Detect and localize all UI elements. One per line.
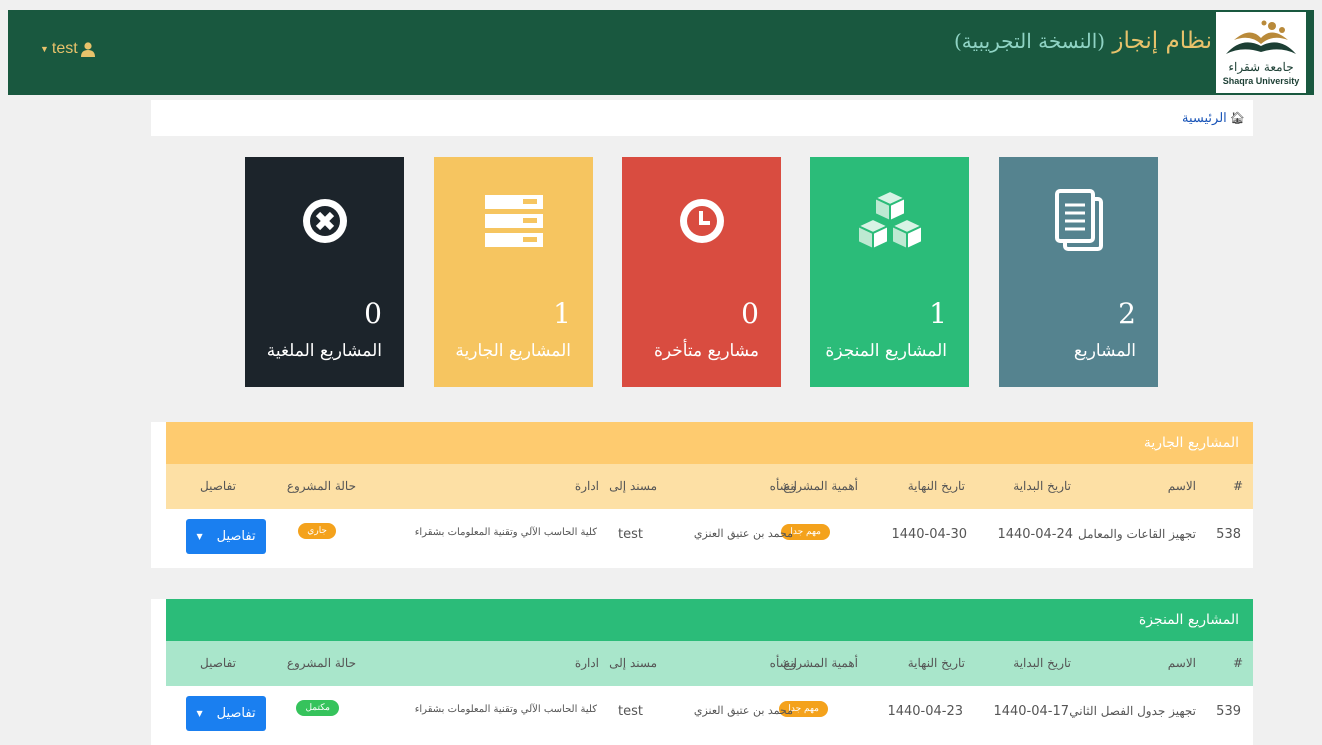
status-badge: جاري <box>298 523 336 539</box>
details-dropdown-button[interactable]: ▼ تفاصيل <box>186 696 266 731</box>
details-button-label: تفاصيل <box>216 706 256 721</box>
col-id: # <box>1232 656 1243 670</box>
stat-count: 1 <box>929 297 947 330</box>
col-id: # <box>1232 479 1243 493</box>
cell-assigned: test <box>618 704 643 719</box>
panel-title: المشاريع الجارية <box>166 422 1253 464</box>
running-projects-panel: المشاريع الجارية # الاسم تاريخ البداية ت… <box>151 422 1253 568</box>
user-menu[interactable]: ▼ test <box>40 40 95 58</box>
col-assigned: مسند إلى <box>609 479 657 493</box>
stat-label: المشاريع الجارية <box>455 341 571 361</box>
document-icon <box>1054 189 1103 251</box>
stat-label: المشاريع <box>1073 341 1136 361</box>
col-creator: انشأه <box>769 479 797 493</box>
stat-count: 0 <box>364 297 382 330</box>
stat-count: 1 <box>553 297 571 330</box>
stat-count: 2 <box>1118 297 1136 330</box>
cell-name: تجهيز جدول الفصل الثاني <box>1069 704 1196 718</box>
panel-title: المشاريع المنجزة <box>166 599 1253 641</box>
col-dept: ادارة <box>574 479 599 493</box>
cell-name: تجهيز القاعات والمعامل <box>1077 527 1196 541</box>
cell-start: 1440-04-24 <box>997 527 1073 542</box>
cell-end: 1440-04-23 <box>887 704 963 719</box>
caret-down-icon: ▼ <box>196 709 203 718</box>
user-icon <box>80 41 95 57</box>
stat-label: المشاريع المنجزة <box>825 341 947 361</box>
logo-text-ar: جامعة شقراء <box>1228 60 1294 74</box>
col-assigned: مسند إلى <box>609 656 657 670</box>
col-status: حالة المشروع <box>286 479 356 493</box>
col-name: الاسم <box>1167 479 1196 493</box>
details-button-label: تفاصيل <box>216 529 256 544</box>
table-header: # الاسم تاريخ البداية تاريخ النهاية أهمي… <box>166 641 1253 686</box>
cell-start: 1440-04-17 <box>993 704 1069 719</box>
home-icon: 🏠︎ <box>1229 111 1245 125</box>
cell-creator: محمد بن عتيق العنزي <box>693 704 793 717</box>
table-header: # الاسم تاريخ البداية تاريخ النهاية أهمي… <box>166 464 1253 509</box>
app-title-sub: (النسخة التجريبية) <box>953 29 1106 53</box>
col-details: تفاصيل <box>200 479 236 493</box>
col-start: تاريخ البداية <box>1013 479 1071 493</box>
stat-card-running-projects[interactable]: 1 المشاريع الجارية <box>434 157 593 387</box>
server-icon <box>484 195 543 247</box>
status-badge: مكتمل <box>296 700 339 716</box>
col-name: الاسم <box>1167 656 1196 670</box>
col-details: تفاصيل <box>200 656 236 670</box>
caret-down-icon: ▼ <box>196 532 203 541</box>
stat-card-late-projects[interactable]: 0 مشاريع متأخرة <box>622 157 781 387</box>
cell-dept: كلية الحاسب الآلي وتقنية المعلومات بشقرا… <box>414 527 597 538</box>
logo-text-en: Shaqra University <box>1222 76 1300 86</box>
cell-dept: كلية الحاسب الآلي وتقنية المعلومات بشقرا… <box>414 704 597 715</box>
completed-projects-panel: المشاريع المنجزة # الاسم تاريخ البداية ت… <box>151 599 1253 745</box>
clock-icon <box>679 199 724 243</box>
top-navbar: ▼ test نظام إنجاز (النسخة التجريبية) جام… <box>8 10 1314 95</box>
col-start: تاريخ البداية <box>1013 656 1071 670</box>
table-row: 539 تجهيز جدول الفصل الثاني 1440-04-17 1… <box>166 686 1253 745</box>
user-name: test <box>51 40 78 57</box>
cell-end: 1440-04-30 <box>891 527 967 542</box>
app-title-main: نظام إنجاز <box>1112 28 1212 54</box>
details-dropdown-button[interactable]: ▼ تفاصيل <box>186 519 266 554</box>
cell-id: 538 <box>1216 527 1241 542</box>
logo-book-icon <box>1226 20 1296 54</box>
stat-label: مشاريع متأخرة <box>653 341 759 361</box>
stat-count: 0 <box>741 297 759 330</box>
stat-card-all-projects[interactable]: 2 المشاريع <box>999 157 1158 387</box>
caret-down-icon: ▼ <box>40 44 49 54</box>
col-creator: انشأه <box>769 656 797 670</box>
university-logo: جامعة شقراء Shaqra University <box>1216 12 1306 93</box>
stat-card-completed-projects[interactable]: 1 المشاريع المنجزة <box>810 157 969 387</box>
cell-id: 539 <box>1216 704 1241 719</box>
col-end: تاريخ النهاية <box>907 479 965 493</box>
app-title[interactable]: نظام إنجاز (النسخة التجريبية) <box>954 28 1212 54</box>
stat-label: المشاريع الملغية <box>266 341 382 361</box>
cell-creator: محمد بن عتيق العنزي <box>693 527 793 540</box>
breadcrumb-home-link[interactable]: الرئيسية <box>1182 111 1227 126</box>
stat-card-cancelled-projects[interactable]: 0 المشاريع الملغية <box>245 157 404 387</box>
cancel-icon <box>302 199 347 243</box>
table-row: 538 تجهيز القاعات والمعامل 1440-04-24 14… <box>166 509 1253 566</box>
col-dept: ادارة <box>574 656 599 670</box>
cubes-icon <box>855 189 924 251</box>
cell-assigned: test <box>618 527 643 542</box>
breadcrumb: الرئيسية 🏠︎ <box>151 100 1253 136</box>
col-end: تاريخ النهاية <box>907 656 965 670</box>
col-status: حالة المشروع <box>286 656 356 670</box>
